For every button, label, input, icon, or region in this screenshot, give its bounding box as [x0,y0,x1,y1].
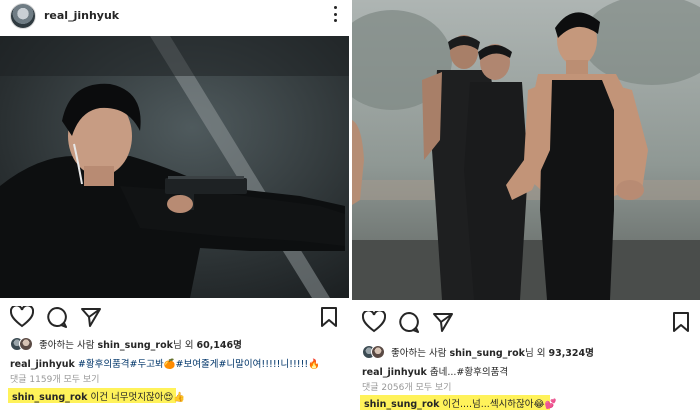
bookmark-icon[interactable] [320,306,338,328]
comment-icon[interactable] [46,306,68,328]
comment-text: 이건....넘...섹시하잖아😂💕 [439,399,557,410]
post-photo[interactable] [352,0,700,300]
share-icon[interactable] [432,311,454,333]
likes-summary[interactable]: 좋아하는 사람 shin_sung_rok님 외 60,146명 [10,336,350,352]
left-post: real_jinhyuk 좋아하는 사람 shin_sung_rok님 외 60… [0,0,350,411]
avatar[interactable] [10,3,36,29]
highlighted-comment: shin_sung_rok 이건 너무멋지잖아😍👍 [8,388,185,403]
post-photo[interactable] [0,36,349,298]
post-actions [352,311,700,337]
share-icon[interactable] [80,306,102,328]
likes-text: 좋아하는 사람 shin_sung_rok님 외 93,324명 [391,348,594,359]
caption: real_jinhyuk 춥네...#황후의품격 [362,364,694,378]
post-header: real_jinhyuk [0,0,350,34]
liker-avatar [371,345,385,359]
comment-text: 이건 너무멋지잖아😍👍 [87,392,186,403]
comment-username[interactable]: shin_sung_rok [364,399,439,410]
caption-username[interactable]: real_jinhyuk [10,359,75,370]
heart-icon[interactable] [10,306,34,328]
caption: real_jinhyuk #황후의품격#두고봐🍊#보여줄게#니말이여!!!!!니… [10,356,344,370]
comment-icon[interactable] [398,311,420,333]
caption-username[interactable]: real_jinhyuk [362,367,427,378]
likes-text: 좋아하는 사람 shin_sung_rok님 외 60,146명 [39,340,242,351]
right-post: 좋아하는 사람 shin_sung_rok님 외 93,324명 real_ji… [352,0,700,411]
photo-men-running [352,0,700,300]
view-all-comments-link[interactable]: 댓글 1159개 모두 보기 [10,372,99,385]
view-all-comments-link[interactable]: 댓글 2056개 모두 보기 [362,380,451,393]
bookmark-icon[interactable] [672,311,690,333]
caption-text[interactable]: #황후의품격#두고봐🍊#보여줄게#니말이여!!!!!니!!!!!🔥 [78,359,320,370]
comment-username[interactable]: shin_sung_rok [12,392,87,403]
liker-avatar [19,337,33,351]
likes-summary[interactable]: 좋아하는 사람 shin_sung_rok님 외 93,324명 [362,344,700,360]
heart-icon[interactable] [362,311,386,333]
post-username[interactable]: real_jinhyuk [44,9,119,22]
post-actions [0,306,350,332]
caption-text[interactable]: 춥네...#황후의품격 [427,367,508,378]
highlighted-comment: shin_sung_rok 이건....넘...섹시하잖아😂💕 [360,395,556,410]
more-icon[interactable] [334,6,338,22]
photo-man-with-gun [0,36,349,298]
